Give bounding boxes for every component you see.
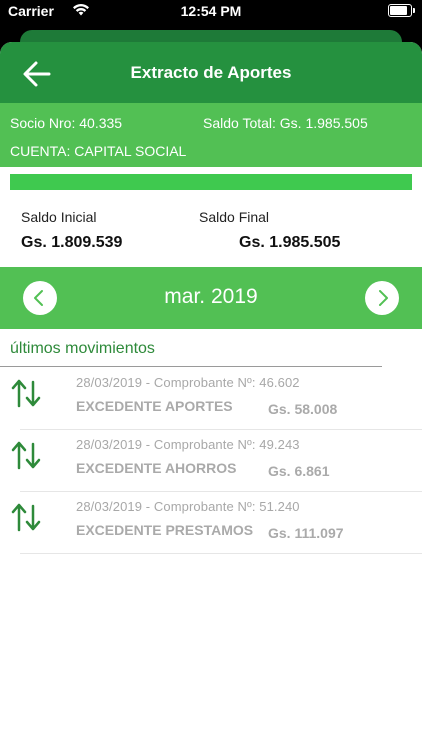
month-selector: mar. 2019 <box>0 267 422 329</box>
transfer-arrows-icon <box>11 379 41 408</box>
movement-date-receipt: 28/03/2019 - Comprobante Nº: 49.243 <box>76 437 300 452</box>
movement-concept: EXCEDENTE APORTES <box>76 398 233 414</box>
initial-balance-value: Gs. 1.809.539 <box>21 234 123 251</box>
movement-date-receipt: 28/03/2019 - Comprobante Nº: 46.602 <box>76 375 300 390</box>
movement-concept: EXCEDENTE PRESTAMOS <box>76 522 254 538</box>
account-type: CUENTA: CAPITAL SOCIAL <box>10 143 187 159</box>
clock: 12:54 PM <box>180 3 242 19</box>
movement-amount: Gs. 6.861 <box>268 463 330 479</box>
final-balance-label: Saldo Final <box>199 209 270 225</box>
movement-amount: Gs. 111.097 <box>268 525 344 541</box>
movement-amount: Gs. 58.008 <box>268 401 338 417</box>
row-divider <box>20 553 422 554</box>
movement-date-receipt: 28/03/2019 - Comprobante Nº: 51.240 <box>76 499 300 514</box>
status-bar: Carrier 12:54 PM <box>0 0 422 22</box>
current-month: mar. 2019 <box>164 285 258 308</box>
section-title: últimos movimientos <box>10 340 155 357</box>
transfer-arrows-icon <box>11 441 41 470</box>
movement-concept: EXCEDENTE AHORROS <box>76 460 237 476</box>
page-title: Extracto de Aportes <box>130 63 292 82</box>
balances: Saldo Inicial Gs. 1.809.539 Saldo Final … <box>0 205 422 265</box>
section-divider <box>0 366 382 367</box>
transfer-arrows-icon <box>11 503 41 532</box>
list-item[interactable]: 28/03/2019 - Comprobante Nº: 46.602 EXCE… <box>10 368 422 430</box>
battery-icon <box>388 4 415 17</box>
list-item[interactable]: 28/03/2019 - Comprobante Nº: 49.243 EXCE… <box>10 430 422 492</box>
chevron-right-icon <box>379 290 388 306</box>
balance-progress-bar <box>10 174 412 190</box>
member-number: Socio Nro: 40.335 <box>10 115 123 131</box>
navigation-bar: Extracto de Aportes <box>0 42 422 103</box>
progress-fill <box>10 174 412 190</box>
total-balance: Saldo Total: Gs. 1.985.505 <box>203 115 368 131</box>
list-item[interactable]: 28/03/2019 - Comprobante Nº: 51.240 EXCE… <box>10 492 422 554</box>
initial-balance-label: Saldo Inicial <box>21 209 97 225</box>
next-month-button[interactable] <box>365 281 399 315</box>
account-summary: Socio Nro: 40.335 Saldo Total: Gs. 1.985… <box>0 103 422 167</box>
movements-list: 28/03/2019 - Comprobante Nº: 46.602 EXCE… <box>0 368 422 554</box>
final-balance-value: Gs. 1.985.505 <box>239 234 341 251</box>
